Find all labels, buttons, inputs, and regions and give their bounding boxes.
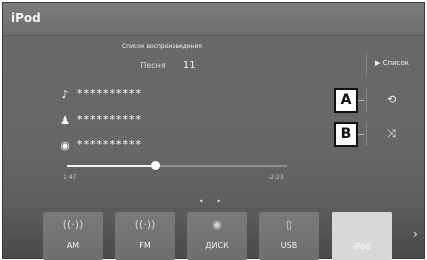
head-unit-screen: iPod Список воспроизведения Песня 11 ♪ *…: [2, 2, 427, 260]
source-button-disc[interactable]: ◉ ДИСК: [187, 212, 247, 260]
next-page-icon[interactable]: ›: [413, 227, 418, 241]
source-label-usb: USB: [280, 241, 298, 250]
repeat-button[interactable]: ⟲: [366, 89, 427, 112]
source-button-am[interactable]: ((·)) AM: [43, 212, 103, 260]
fm-radio-icon: ((·)): [134, 218, 156, 231]
title-bar: iPod: [3, 3, 424, 36]
elapsed-time: 1:47: [63, 174, 77, 181]
source-button-usb[interactable]: ▯ USB: [259, 212, 319, 260]
source-label-fm: FM: [139, 241, 151, 250]
source-list-button[interactable]: ▶ Список: [366, 53, 427, 76]
album-name: **********: [77, 138, 142, 151]
artist-icon: ♟: [60, 114, 70, 127]
source-list-label: Список: [382, 59, 409, 67]
source-button-fm[interactable]: ((·)) FM: [115, 212, 175, 260]
callout-a-leader: [358, 100, 364, 101]
remaining-time: -2:23: [268, 174, 284, 181]
album-icon: ◉: [60, 139, 70, 152]
callout-b: B: [334, 122, 358, 147]
source-button-ipod[interactable]: iPod: [332, 212, 392, 260]
progress-fill: [67, 165, 155, 167]
am-radio-icon: ((·)): [62, 218, 84, 231]
page-indicator: • •: [199, 197, 226, 206]
playlist-label: Список воспроизведения: [121, 43, 202, 50]
disc-icon: ◉: [212, 218, 222, 231]
song-label: Песня: [140, 61, 166, 70]
artist-name: **********: [77, 113, 142, 126]
progress-knob[interactable]: [151, 161, 160, 170]
song-info: Песня 11: [103, 60, 233, 71]
shuffle-icon: ⤨: [387, 127, 396, 140]
source-label-ipod: iPod: [353, 242, 371, 251]
app-title: iPod: [11, 11, 41, 25]
source-label-am: AM: [66, 241, 80, 250]
shuffle-button[interactable]: ⤨: [366, 123, 427, 146]
play-source-icon: ▶: [375, 59, 381, 67]
repeat-icon: ⟲: [387, 93, 397, 106]
callout-b-leader: [358, 134, 364, 135]
music-note-icon: ♪: [61, 88, 69, 101]
track-title: **********: [77, 87, 142, 100]
source-label-disc: ДИСК: [205, 241, 229, 250]
song-number: 11: [182, 60, 196, 71]
callout-a: A: [334, 88, 358, 113]
progress-bar[interactable]: [67, 161, 287, 170]
usb-icon: ▯: [285, 218, 293, 231]
